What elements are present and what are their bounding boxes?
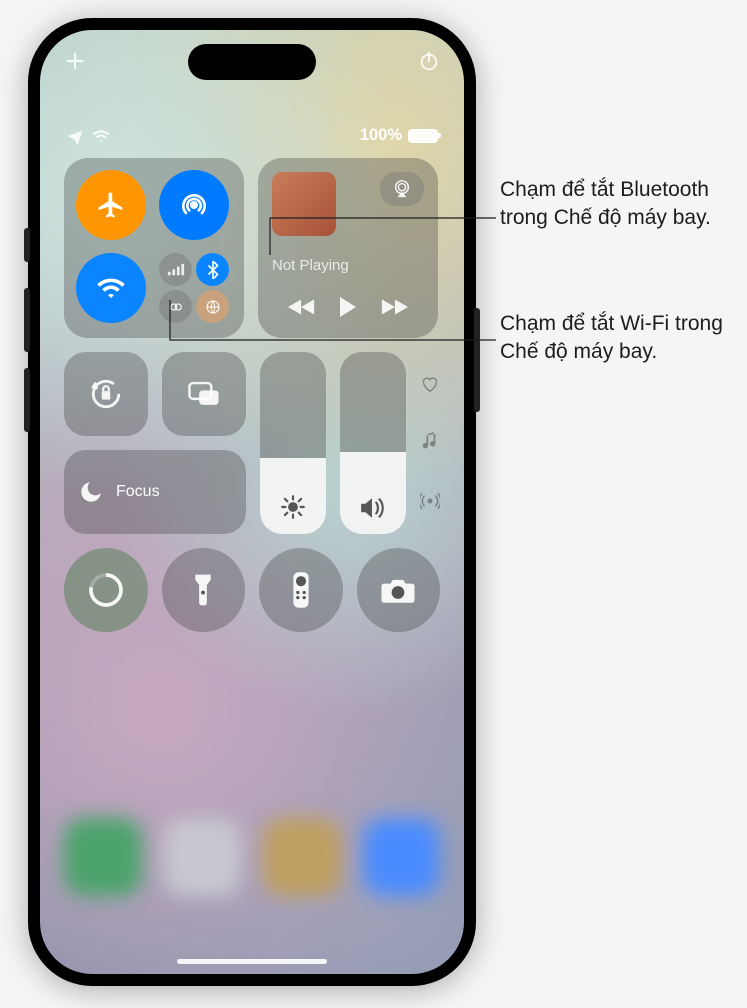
focus-label: Focus bbox=[116, 483, 160, 501]
sun-icon bbox=[280, 494, 306, 520]
media-tile[interactable]: Not Playing bbox=[258, 158, 438, 338]
screen-mirroring-icon bbox=[187, 380, 221, 408]
media-forward-button[interactable] bbox=[380, 297, 408, 322]
apple-tv-remote-button[interactable] bbox=[259, 548, 343, 632]
volume-slider[interactable] bbox=[340, 352, 406, 534]
status-row: 100% bbox=[40, 126, 464, 145]
screen-mirroring-button[interactable] bbox=[162, 352, 246, 436]
media-back-button[interactable] bbox=[288, 297, 316, 322]
power-icon bbox=[418, 50, 440, 72]
satellite-toggle[interactable] bbox=[196, 290, 229, 323]
screen: 100% bbox=[40, 30, 464, 974]
bluetooth-icon bbox=[207, 261, 219, 279]
timer-button[interactable] bbox=[64, 548, 148, 632]
airdrop-toggle[interactable] bbox=[159, 170, 229, 240]
volume-fill bbox=[340, 452, 406, 534]
airplane-status-icon bbox=[66, 127, 84, 145]
hotspot-toggle[interactable] bbox=[159, 290, 192, 323]
media-play-button[interactable] bbox=[337, 295, 359, 324]
cellular-data-toggle[interactable] bbox=[159, 253, 192, 286]
home-indicator bbox=[177, 959, 327, 964]
action-button bbox=[24, 228, 30, 262]
timer-icon bbox=[86, 570, 126, 610]
airplane-mode-toggle[interactable] bbox=[76, 170, 146, 240]
flashlight-button[interactable] bbox=[162, 548, 246, 632]
hearing-icon[interactable] bbox=[420, 492, 440, 510]
focus-button[interactable]: Focus bbox=[64, 450, 246, 534]
hotspot-icon bbox=[167, 298, 185, 316]
volume-down-button bbox=[24, 368, 30, 432]
backward-icon bbox=[288, 297, 316, 317]
airdrop-icon bbox=[178, 189, 210, 221]
satellite-icon bbox=[205, 299, 221, 315]
orientation-lock-toggle[interactable] bbox=[64, 352, 148, 436]
airplane-icon bbox=[96, 190, 126, 220]
connectivity-tile[interactable] bbox=[64, 158, 244, 338]
wifi-toggle[interactable] bbox=[76, 253, 146, 323]
battery-icon bbox=[408, 129, 438, 143]
airplay-icon bbox=[391, 179, 413, 199]
dynamic-island bbox=[188, 44, 316, 80]
camera-icon bbox=[380, 576, 416, 604]
brightness-slider[interactable] bbox=[260, 352, 326, 534]
volume-up-button bbox=[24, 288, 30, 352]
connectivity-subgroup[interactable] bbox=[159, 253, 229, 323]
control-center: Not Playing bbox=[64, 158, 440, 632]
orientation-lock-icon bbox=[89, 377, 123, 411]
iphone-frame: 100% bbox=[28, 18, 476, 986]
battery-percent-label: 100% bbox=[360, 126, 402, 145]
album-art bbox=[272, 172, 336, 236]
callout-wifi: Chạm để tắt Wi-Fi trong Chế độ máy bay. bbox=[500, 310, 730, 365]
add-control-button[interactable] bbox=[64, 50, 86, 72]
dock-blurred bbox=[64, 818, 440, 928]
camera-button[interactable] bbox=[357, 548, 441, 632]
forward-icon bbox=[380, 297, 408, 317]
media-title: Not Playing bbox=[272, 257, 424, 274]
bluetooth-toggle[interactable] bbox=[196, 253, 229, 286]
side-shortcuts bbox=[420, 352, 440, 534]
flashlight-icon bbox=[192, 572, 214, 608]
callout-bluetooth: Chạm để tắt Bluetooth trong Chế độ máy b… bbox=[500, 176, 730, 231]
airplay-button[interactable] bbox=[380, 172, 424, 206]
plus-icon bbox=[64, 50, 86, 72]
side-button bbox=[474, 308, 480, 412]
wifi-icon bbox=[96, 276, 126, 300]
play-icon bbox=[337, 295, 359, 319]
cellular-bars-icon bbox=[167, 263, 185, 277]
moon-icon bbox=[78, 479, 104, 505]
heart-icon[interactable] bbox=[421, 376, 439, 392]
remote-icon bbox=[291, 571, 311, 609]
wifi-status-icon bbox=[92, 129, 110, 143]
speaker-icon bbox=[359, 496, 387, 520]
music-note-icon[interactable] bbox=[422, 432, 438, 452]
power-menu-button[interactable] bbox=[418, 50, 440, 72]
